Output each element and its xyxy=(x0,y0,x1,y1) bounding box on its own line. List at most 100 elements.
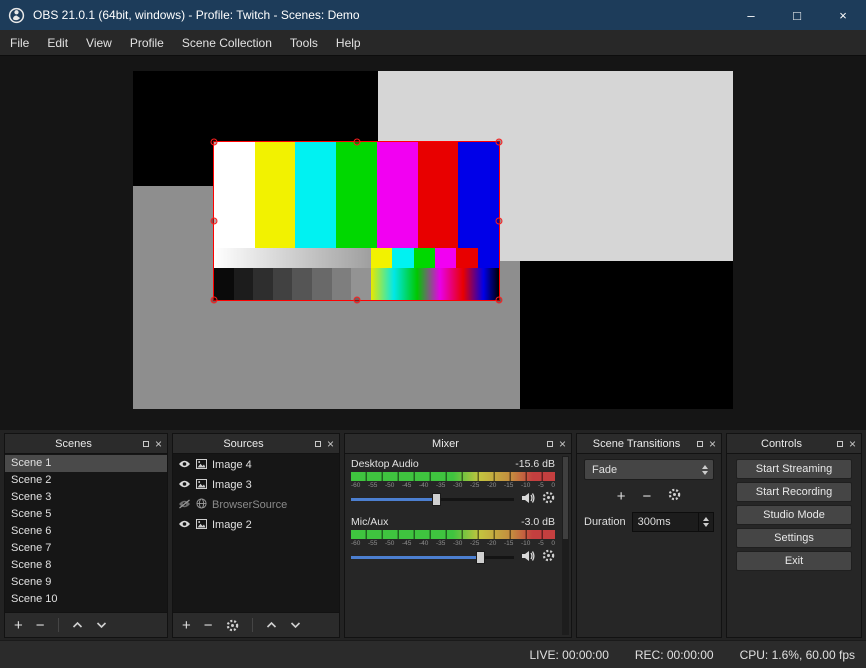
resize-handle-bottom-left[interactable] xyxy=(211,297,218,304)
maximize-button[interactable]: □ xyxy=(774,0,820,30)
sources-toolbar: + − xyxy=(173,612,339,637)
resize-handle-bottom[interactable] xyxy=(353,297,360,304)
combo-arrows-icon[interactable] xyxy=(696,460,713,479)
controls-panel-header[interactable]: Controls × xyxy=(727,434,861,454)
float-dock-icon[interactable] xyxy=(696,440,704,448)
mixer-panel-header[interactable]: Mixer × xyxy=(345,434,571,454)
source-row[interactable]: Image 2 xyxy=(173,515,339,535)
remove-transition-button[interactable]: − xyxy=(643,489,652,504)
visibility-eye-icon[interactable] xyxy=(178,519,191,532)
sources-panel: Sources × Image 4 Image 3 xyxy=(172,433,340,638)
scene-list-item[interactable]: Scene 9 xyxy=(5,574,167,591)
menu-edit[interactable]: Edit xyxy=(38,32,77,54)
close-dock-icon[interactable]: × xyxy=(709,438,716,450)
toolbar-divider xyxy=(252,618,253,632)
scene-list-item[interactable]: Scene 10 xyxy=(5,591,167,608)
source-row[interactable]: Image 4 xyxy=(173,455,339,475)
menu-view[interactable]: View xyxy=(77,32,121,54)
mixer-scrollbar[interactable] xyxy=(562,456,569,635)
colorbars-main xyxy=(214,142,499,248)
sources-panel-header[interactable]: Sources × xyxy=(173,434,339,454)
transition-select[interactable]: Fade xyxy=(584,459,714,480)
menu-tools[interactable]: Tools xyxy=(281,32,327,54)
duration-spinbox[interactable]: 300ms xyxy=(632,512,714,532)
scenes-toolbar: + − xyxy=(5,612,167,637)
float-dock-icon[interactable] xyxy=(836,440,844,448)
mixer-panel-title: Mixer xyxy=(345,438,546,450)
float-dock-icon[interactable] xyxy=(546,440,554,448)
close-dock-icon[interactable]: × xyxy=(155,438,162,450)
menu-help[interactable]: Help xyxy=(327,32,370,54)
scene-list: Scene 1 Scene 2 Scene 3 Scene 5 Scene 6 … xyxy=(5,454,167,612)
scenes-panel-header[interactable]: Scenes × xyxy=(5,434,167,454)
source-properties-gear-icon[interactable] xyxy=(226,619,239,632)
mixer-channel-mic-aux: Mic/Aux -3.0 dB -60-55-50-45-40-35-30-25… xyxy=(351,516,555,565)
rec-time: REC: 00:00:00 xyxy=(635,648,714,662)
scene-list-item[interactable]: Scene 3 xyxy=(5,489,167,506)
menu-file[interactable]: File xyxy=(1,32,38,54)
resize-handle-right[interactable] xyxy=(496,218,503,225)
source-name: Image 4 xyxy=(212,459,252,471)
transitions-panel-title: Scene Transitions xyxy=(577,438,696,450)
scene-canvas xyxy=(133,71,733,409)
speaker-icon[interactable] xyxy=(521,491,535,509)
volume-slider[interactable] xyxy=(351,492,514,507)
scene-list-item[interactable]: Scene 6 xyxy=(5,523,167,540)
resize-handle-top[interactable] xyxy=(353,139,360,146)
add-source-button[interactable]: + xyxy=(182,618,191,633)
volume-slider-handle[interactable] xyxy=(432,493,441,506)
settings-button[interactable]: Settings xyxy=(736,528,852,548)
transition-properties-gear-icon[interactable] xyxy=(668,488,681,504)
studio-mode-button[interactable]: Studio Mode xyxy=(736,505,852,525)
titlebar[interactable]: OBS 21.0.1 (64bit, windows) - Profile: T… xyxy=(0,0,866,30)
spinbox-arrows-icon[interactable] xyxy=(698,513,713,531)
move-scene-up-button[interactable] xyxy=(72,621,83,629)
cpu-fps-status: CPU: 1.6%, 60.00 fps xyxy=(740,648,855,662)
minimize-button[interactable]: – xyxy=(728,0,774,30)
add-scene-button[interactable]: + xyxy=(14,618,23,633)
controls-panel: Controls × Start Streaming Start Recordi… xyxy=(726,433,862,638)
start-recording-button[interactable]: Start Recording xyxy=(736,482,852,502)
float-dock-icon[interactable] xyxy=(142,440,150,448)
controls-body: Start Streaming Start Recording Studio M… xyxy=(727,454,861,637)
add-transition-button[interactable]: + xyxy=(617,489,626,504)
close-dock-icon[interactable]: × xyxy=(327,438,334,450)
menu-scene-collection[interactable]: Scene Collection xyxy=(173,32,281,54)
source-row[interactable]: BrowserSource xyxy=(173,495,339,515)
close-button[interactable]: × xyxy=(820,0,866,30)
transitions-panel-header[interactable]: Scene Transitions × xyxy=(577,434,721,454)
move-source-down-button[interactable] xyxy=(290,621,301,629)
channel-settings-gear-icon[interactable] xyxy=(542,491,555,509)
resize-handle-top-left[interactable] xyxy=(211,139,218,146)
source-row[interactable]: Image 3 xyxy=(173,475,339,495)
remove-source-button[interactable]: − xyxy=(204,618,213,633)
float-dock-icon[interactable] xyxy=(314,440,322,448)
mixer-db-scale: -60-55-50-45-40-35-30-25-20-15-10-50 xyxy=(351,540,555,547)
scene-list-item[interactable]: Scene 8 xyxy=(5,557,167,574)
close-dock-icon[interactable]: × xyxy=(849,438,856,450)
selected-source-colorbars[interactable] xyxy=(213,141,500,301)
scene-list-item[interactable]: Scene 5 xyxy=(5,506,167,523)
menu-profile[interactable]: Profile xyxy=(121,32,173,54)
channel-settings-gear-icon[interactable] xyxy=(542,549,555,567)
volume-slider[interactable] xyxy=(351,550,514,565)
visibility-eye-icon[interactable] xyxy=(178,459,191,472)
resize-handle-left[interactable] xyxy=(211,218,218,225)
speaker-icon[interactable] xyxy=(521,549,535,567)
remove-scene-button[interactable]: − xyxy=(36,618,45,633)
volume-slider-handle[interactable] xyxy=(476,551,485,564)
scenes-panel: Scenes × Scene 1 Scene 2 Scene 3 Scene 5… xyxy=(4,433,168,638)
scene-list-item[interactable]: Scene 7 xyxy=(5,540,167,557)
start-streaming-button[interactable]: Start Streaming xyxy=(736,459,852,479)
resize-handle-bottom-right[interactable] xyxy=(496,297,503,304)
volume-meter xyxy=(351,472,555,481)
exit-button[interactable]: Exit xyxy=(736,551,852,571)
move-source-up-button[interactable] xyxy=(266,621,277,629)
close-dock-icon[interactable]: × xyxy=(559,438,566,450)
resize-handle-top-right[interactable] xyxy=(496,139,503,146)
visibility-eye-icon[interactable] xyxy=(178,479,191,492)
move-scene-down-button[interactable] xyxy=(96,621,107,629)
scene-list-item[interactable]: Scene 2 xyxy=(5,472,167,489)
visibility-eye-slash-icon[interactable] xyxy=(178,499,191,512)
scene-list-item[interactable]: Scene 1 xyxy=(5,455,167,472)
